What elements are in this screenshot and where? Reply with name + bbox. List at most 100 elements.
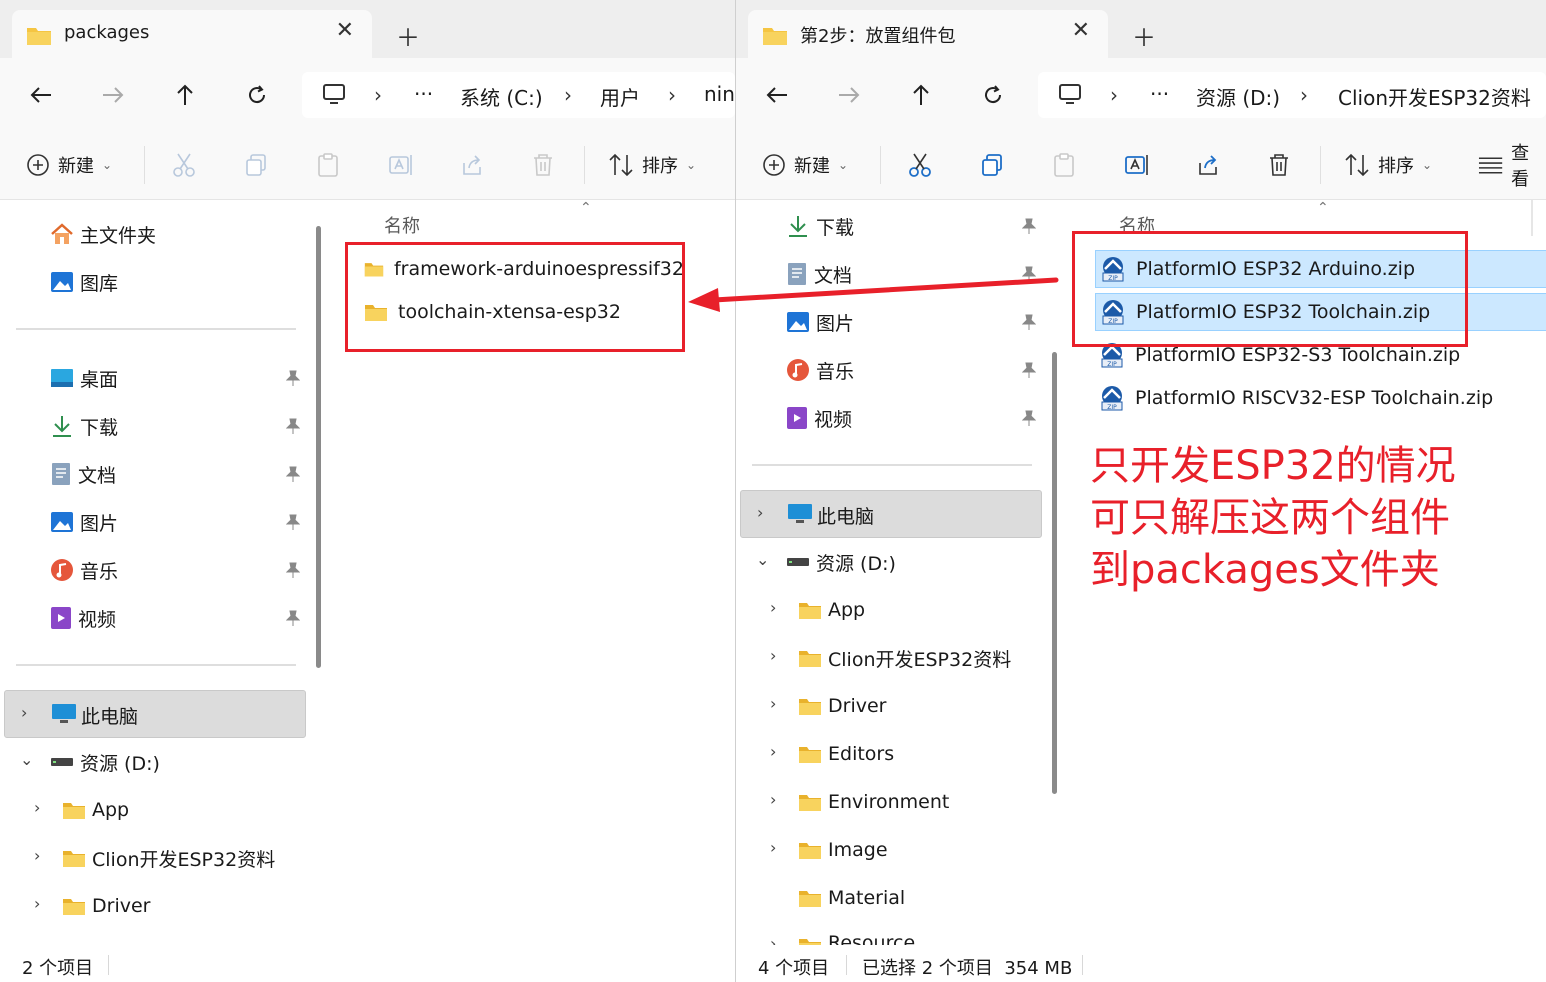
chevron-right-icon[interactable]: › xyxy=(770,598,776,617)
pin-icon[interactable] xyxy=(285,370,301,386)
close-icon[interactable]: ✕ xyxy=(336,18,354,43)
sidebar-scrollbar[interactable] xyxy=(316,226,321,668)
file-row[interactable]: framework-arduinoespressif32 xyxy=(364,250,684,288)
file-row[interactable]: ZIP PlatformIO ESP32-S3 Toolchain.zip xyxy=(1095,336,1546,374)
paste-icon[interactable] xyxy=(316,150,340,180)
tab-step2[interactable]: 第2步：放置组件包 ✕ xyxy=(748,10,1108,58)
sort-button[interactable]: 排序 ⌄ xyxy=(608,150,696,180)
sidebar-item-desktop[interactable]: 桌面 xyxy=(50,356,118,400)
share-icon[interactable] xyxy=(460,150,484,180)
up-icon[interactable] xyxy=(906,80,936,110)
address-overflow[interactable]: ··· xyxy=(1150,82,1169,106)
up-icon[interactable] xyxy=(170,80,200,110)
pin-icon[interactable] xyxy=(1021,410,1037,426)
pin-icon[interactable] xyxy=(285,466,301,482)
sidebar-folder[interactable]: Image xyxy=(798,828,888,872)
sidebar-folder[interactable]: App xyxy=(798,588,865,632)
sidebar-item-this-pc[interactable]: › 此电脑 xyxy=(740,490,1042,538)
new-button[interactable]: 新建 ⌄ xyxy=(26,150,112,180)
chevron-right-icon[interactable]: › xyxy=(770,694,776,713)
sidebar-item-home[interactable]: 主文件夹 xyxy=(50,212,156,256)
pin-icon[interactable] xyxy=(1021,218,1037,234)
pin-icon[interactable] xyxy=(285,418,301,434)
address-segment-c[interactable]: 系统 (C:) xyxy=(460,82,543,111)
sidebar-item-this-pc[interactable]: › 此电脑 xyxy=(4,690,306,738)
sidebar-folder[interactable]: Clion开发ESP32资料 xyxy=(62,836,275,880)
delete-icon[interactable] xyxy=(532,150,554,180)
pin-icon[interactable] xyxy=(285,514,301,530)
share-icon[interactable] xyxy=(1196,150,1220,180)
back-icon[interactable] xyxy=(762,80,792,110)
pin-icon[interactable] xyxy=(1021,362,1037,378)
sidebar-item-videos[interactable]: 视频 xyxy=(50,596,116,640)
chevron-down-icon[interactable]: ⌄ xyxy=(756,550,769,569)
rename-icon[interactable] xyxy=(388,150,414,180)
chevron-right-icon[interactable]: › xyxy=(34,798,40,817)
rename-icon[interactable] xyxy=(1124,150,1150,180)
copy-icon[interactable] xyxy=(980,150,1004,180)
refresh-icon[interactable] xyxy=(978,80,1008,110)
sidebar-folder[interactable]: Driver xyxy=(798,684,886,728)
forward-icon[interactable] xyxy=(98,80,128,110)
chevron-right-icon[interactable]: › xyxy=(770,646,776,665)
chevron-right-icon[interactable]: › xyxy=(770,742,776,761)
file-row[interactable]: toolchain-xtensa-esp32 xyxy=(364,293,684,331)
sort-button[interactable]: 排序 ⌄ xyxy=(1344,150,1432,180)
sidebar-item-gallery[interactable]: 图库 xyxy=(50,260,118,304)
chevron-right-icon[interactable]: › xyxy=(757,503,763,522)
folder-icon xyxy=(799,891,821,907)
folder-icon xyxy=(799,939,821,945)
address-segment-users[interactable]: 用户 xyxy=(600,82,640,111)
chevron-right-icon[interactable]: › xyxy=(770,838,776,857)
chevron-right-icon[interactable]: › xyxy=(770,790,776,809)
sidebar-folder[interactable]: Material xyxy=(798,876,905,920)
cut-icon[interactable] xyxy=(172,150,196,180)
new-button[interactable]: 新建 ⌄ xyxy=(762,150,848,180)
sidebar-item-videos[interactable]: 视频 xyxy=(786,396,852,440)
sidebar-folder[interactable]: Clion开发ESP32资料 xyxy=(798,636,1011,680)
sidebar-item-downloads[interactable]: 下载 xyxy=(50,404,118,448)
back-icon[interactable] xyxy=(26,80,56,110)
chevron-right-icon[interactable]: › xyxy=(21,703,27,722)
sidebar-item-drive-d[interactable]: 资源 (D:) xyxy=(50,740,160,784)
cut-icon[interactable] xyxy=(908,150,932,180)
address-segment-user[interactable]: nin xyxy=(704,82,735,106)
sidebar-folder[interactable]: Driver xyxy=(62,884,150,928)
sidebar-folder[interactable]: Environment xyxy=(798,780,949,824)
sidebar-item-music[interactable]: 音乐 xyxy=(50,548,118,592)
pin-icon[interactable] xyxy=(285,610,301,626)
sidebar-folder[interactable]: Editors xyxy=(798,732,894,776)
chevron-right-icon[interactable]: › xyxy=(34,846,40,865)
address-bar[interactable]: › ··· 资源 (D:) › Clion开发ESP32资料 xyxy=(1038,72,1546,118)
sidebar-item-music[interactable]: 音乐 xyxy=(786,348,854,392)
sidebar-item-drive-d[interactable]: 资源 (D:) xyxy=(786,540,896,584)
close-icon[interactable]: ✕ xyxy=(1072,18,1090,43)
sidebar-folder[interactable]: Resource xyxy=(798,924,915,945)
sidebar-scrollbar[interactable] xyxy=(1052,352,1057,794)
new-tab-icon[interactable]: ＋ xyxy=(1132,18,1156,53)
file-row[interactable]: ZIP PlatformIO ESP32 Toolchain.zip xyxy=(1095,293,1546,331)
address-overflow[interactable]: ··· xyxy=(414,82,433,106)
copy-icon[interactable] xyxy=(244,150,268,180)
paste-icon[interactable] xyxy=(1052,150,1076,180)
new-tab-icon[interactable]: ＋ xyxy=(396,18,420,53)
refresh-icon[interactable] xyxy=(242,80,272,110)
file-row[interactable]: ZIP PlatformIO ESP32 Arduino.zip xyxy=(1095,250,1546,288)
tab-packages[interactable]: packages ✕ xyxy=(12,10,372,58)
sidebar-item-pictures[interactable]: 图片 xyxy=(50,500,118,544)
pin-icon[interactable] xyxy=(285,562,301,578)
sidebar-item-documents[interactable]: 文档 xyxy=(50,452,116,496)
address-bar[interactable]: › ··· 系统 (C:) › 用户 › nin xyxy=(302,72,735,118)
column-header-name[interactable]: 名称 xyxy=(384,212,420,238)
sidebar-item-downloads[interactable]: 下载 xyxy=(786,204,854,248)
address-segment-folder[interactable]: Clion开发ESP32资料 xyxy=(1338,82,1531,111)
file-row[interactable]: ZIP PlatformIO RISCV32-ESP Toolchain.zip xyxy=(1095,379,1546,417)
sidebar-folder[interactable]: App xyxy=(62,788,129,832)
chevron-down-icon[interactable]: ⌄ xyxy=(20,750,33,769)
forward-icon[interactable] xyxy=(834,80,864,110)
delete-icon[interactable] xyxy=(1268,150,1290,180)
view-button[interactable]: 查看 xyxy=(1478,143,1546,190)
chevron-right-icon[interactable]: › xyxy=(34,894,40,913)
column-header-name[interactable]: 名称 xyxy=(1119,212,1155,238)
address-segment-d[interactable]: 资源 (D:) xyxy=(1196,82,1280,111)
